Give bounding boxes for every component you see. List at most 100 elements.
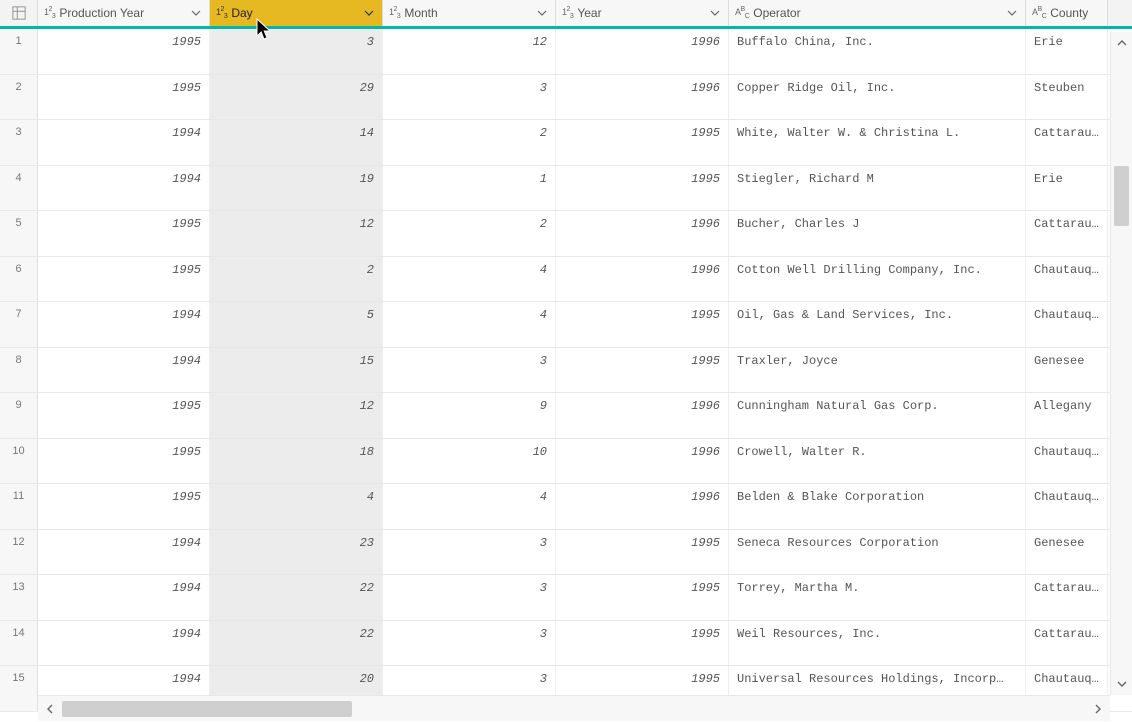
table-row[interactable]: 519951221996Bucher, Charles JCattaraugu — [0, 211, 1132, 257]
table-row[interactable]: 319941421995White, Walter W. & Christina… — [0, 120, 1132, 166]
cell-year[interactable]: 1996 — [556, 393, 729, 438]
cell-year[interactable]: 1995 — [556, 348, 729, 393]
cell-operator[interactable]: White, Walter W. & Christina L. — [729, 120, 1026, 165]
cell-county[interactable]: Chautauqua — [1026, 302, 1108, 347]
row-number[interactable]: 13 — [0, 575, 38, 620]
cell-operator[interactable]: Cunningham Natural Gas Corp. — [729, 393, 1026, 438]
cell-prod_year[interactable]: 1994 — [38, 530, 210, 575]
cell-operator[interactable]: Bucher, Charles J — [729, 211, 1026, 256]
horizontal-scroll-thumb[interactable] — [62, 701, 352, 717]
cell-operator[interactable]: Cotton Well Drilling Company, Inc. — [729, 257, 1026, 302]
row-number[interactable]: 14 — [0, 621, 38, 666]
row-number[interactable]: 9 — [0, 393, 38, 438]
row-number[interactable]: 3 — [0, 120, 38, 165]
table-row[interactable]: 71994541995Oil, Gas & Land Services, Inc… — [0, 302, 1132, 348]
scroll-down-arrow-icon[interactable] — [1111, 673, 1132, 695]
cell-prod_year[interactable]: 1994 — [38, 302, 210, 347]
vertical-scrollbar[interactable] — [1110, 32, 1132, 695]
table-row[interactable]: 10199518101996Crowell, Walter R.Chautauq… — [0, 439, 1132, 485]
cell-operator[interactable]: Oil, Gas & Land Services, Inc. — [729, 302, 1026, 347]
table-row[interactable]: 219952931996Copper Ridge Oil, Inc.Steube… — [0, 75, 1132, 121]
cell-year[interactable]: 1996 — [556, 484, 729, 529]
cell-county[interactable]: Cattaraugu — [1026, 120, 1108, 165]
cell-day[interactable]: 4 — [210, 484, 383, 529]
column-header-month[interactable]: 123 Month — [383, 0, 556, 26]
select-all-corner[interactable] — [0, 0, 38, 26]
cell-month[interactable]: 3 — [383, 348, 556, 393]
cell-prod_year[interactable]: 1994 — [38, 348, 210, 393]
row-number[interactable]: 10 — [0, 439, 38, 484]
cell-operator[interactable]: Torrey, Martha M. — [729, 575, 1026, 620]
column-header-day[interactable]: 123 Day — [210, 0, 383, 26]
cell-year[interactable]: 1995 — [556, 302, 729, 347]
cell-prod_year[interactable]: 1995 — [38, 257, 210, 302]
cell-day[interactable]: 18 — [210, 439, 383, 484]
cell-county[interactable]: Cattaraugu — [1026, 575, 1108, 620]
cell-day[interactable]: 29 — [210, 75, 383, 120]
cell-prod_year[interactable]: 1994 — [38, 166, 210, 211]
cell-month[interactable]: 3 — [383, 75, 556, 120]
cell-county[interactable]: Genesee — [1026, 530, 1108, 575]
row-number[interactable]: 6 — [0, 257, 38, 302]
cell-month[interactable]: 1 — [383, 166, 556, 211]
vertical-scroll-track[interactable] — [1111, 54, 1132, 673]
row-number[interactable]: 11 — [0, 484, 38, 529]
row-number[interactable]: 4 — [0, 166, 38, 211]
cell-day[interactable]: 12 — [210, 211, 383, 256]
scroll-left-arrow-icon[interactable] — [38, 696, 62, 722]
filter-dropdown-icon[interactable] — [1005, 6, 1019, 20]
cell-operator[interactable]: Traxler, Joyce — [729, 348, 1026, 393]
filter-dropdown-icon[interactable] — [535, 6, 549, 20]
cell-day[interactable]: 22 — [210, 621, 383, 666]
filter-dropdown-icon[interactable] — [189, 6, 203, 20]
table-row[interactable]: 61995241996Cotton Well Drilling Company,… — [0, 257, 1132, 303]
cell-county[interactable]: Erie — [1026, 166, 1108, 211]
cell-year[interactable]: 1995 — [556, 120, 729, 165]
cell-operator[interactable]: Belden & Blake Corporation — [729, 484, 1026, 529]
vertical-scroll-thumb[interactable] — [1114, 166, 1129, 226]
column-header-operator[interactable]: ABC Operator — [729, 0, 1026, 26]
cell-operator[interactable]: Stiegler, Richard M — [729, 166, 1026, 211]
cell-year[interactable]: 1995 — [556, 621, 729, 666]
table-row[interactable]: 1319942231995Torrey, Martha M.Cattaraugu — [0, 575, 1132, 621]
cell-day[interactable]: 2 — [210, 257, 383, 302]
cell-month[interactable]: 3 — [383, 621, 556, 666]
scroll-right-arrow-icon[interactable] — [1086, 696, 1110, 722]
cell-month[interactable]: 3 — [383, 575, 556, 620]
row-number[interactable]: 7 — [0, 302, 38, 347]
cell-county[interactable]: Erie — [1026, 29, 1108, 74]
column-header-production-year[interactable]: 123 Production Year — [38, 0, 210, 26]
cell-year[interactable]: 1996 — [556, 75, 729, 120]
cell-prod_year[interactable]: 1995 — [38, 439, 210, 484]
cell-year[interactable]: 1995 — [556, 166, 729, 211]
cell-month[interactable]: 2 — [383, 120, 556, 165]
table-row[interactable]: 1219942331995Seneca Resources Corporatio… — [0, 530, 1132, 576]
cell-month[interactable]: 2 — [383, 211, 556, 256]
cell-operator[interactable]: Weil Resources, Inc. — [729, 621, 1026, 666]
row-number[interactable]: 8 — [0, 348, 38, 393]
cell-day[interactable]: 22 — [210, 575, 383, 620]
cell-year[interactable]: 1995 — [556, 530, 729, 575]
cell-day[interactable]: 15 — [210, 348, 383, 393]
table-row[interactable]: 111995441996Belden & Blake CorporationCh… — [0, 484, 1132, 530]
scroll-up-arrow-icon[interactable] — [1111, 32, 1132, 54]
row-number[interactable]: 15 — [0, 666, 38, 711]
table-row[interactable]: 419941911995Stiegler, Richard MErie — [0, 166, 1132, 212]
row-number[interactable]: 2 — [0, 75, 38, 120]
cell-day[interactable]: 5 — [210, 302, 383, 347]
cell-prod_year[interactable]: 1995 — [38, 211, 210, 256]
cell-prod_year[interactable]: 1995 — [38, 29, 210, 74]
cell-county[interactable]: Chautauqua — [1026, 257, 1108, 302]
cell-operator[interactable]: Copper Ridge Oil, Inc. — [729, 75, 1026, 120]
table-row[interactable]: 1419942231995Weil Resources, Inc.Cattara… — [0, 621, 1132, 667]
cell-day[interactable]: 14 — [210, 120, 383, 165]
cell-month[interactable]: 4 — [383, 302, 556, 347]
cell-year[interactable]: 1995 — [556, 575, 729, 620]
cell-day[interactable]: 19 — [210, 166, 383, 211]
table-row[interactable]: 119953121996Buffalo China, Inc.Erie — [0, 29, 1132, 75]
row-number[interactable]: 5 — [0, 211, 38, 256]
filter-dropdown-icon[interactable] — [362, 6, 376, 20]
cell-prod_year[interactable]: 1994 — [38, 621, 210, 666]
filter-dropdown-icon[interactable] — [708, 6, 722, 20]
cell-month[interactable]: 12 — [383, 29, 556, 74]
